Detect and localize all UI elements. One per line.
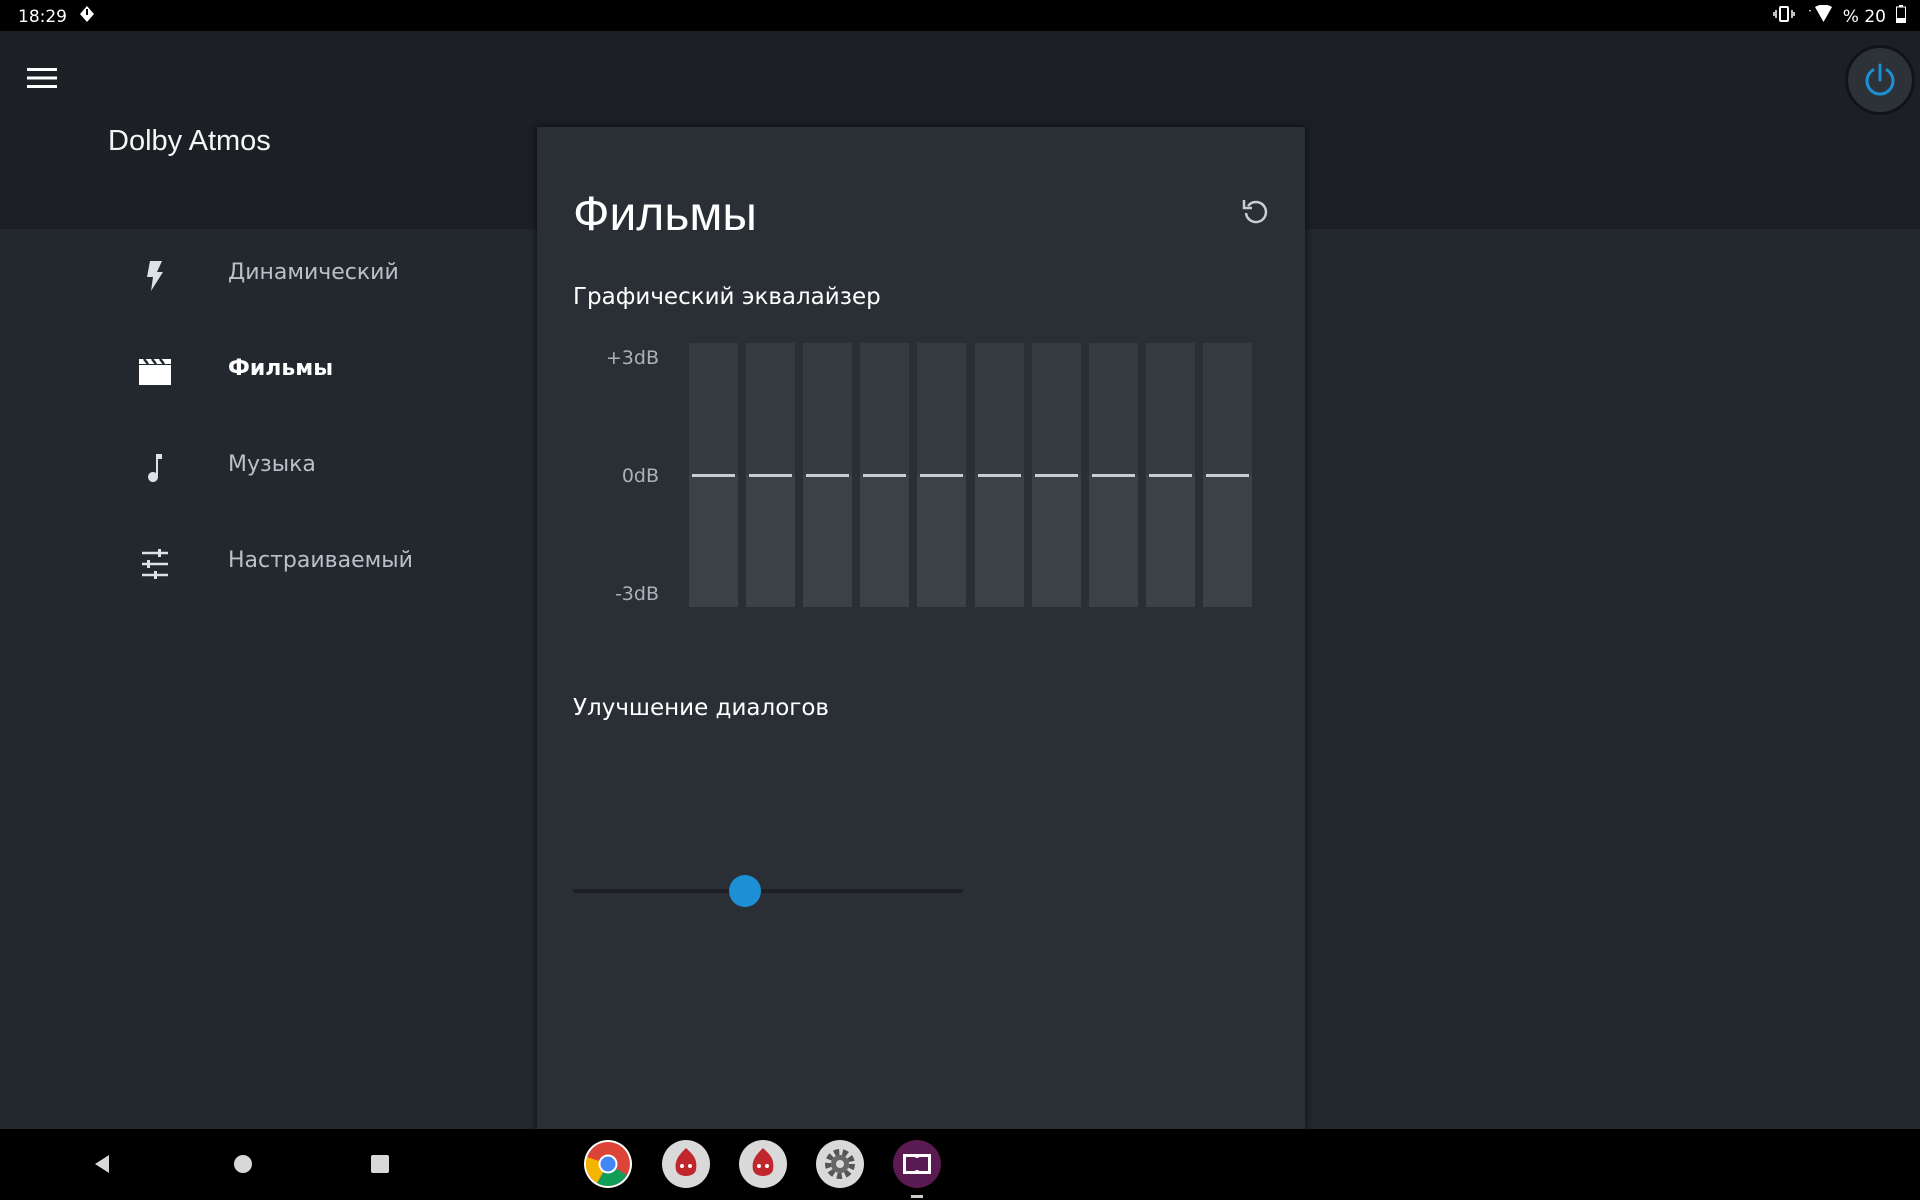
eq-band-upper [860, 343, 910, 475]
eq-band-handle[interactable] [749, 473, 793, 477]
hamburger-icon [27, 68, 57, 88]
reset-button[interactable] [1237, 193, 1273, 229]
eq-band-handle[interactable] [863, 473, 907, 477]
eq-band-upper [689, 343, 738, 475]
back-icon [95, 1155, 109, 1173]
sidebar-item-movies[interactable]: Фильмы [0, 325, 537, 415]
back-button[interactable] [85, 1147, 119, 1181]
eq-band-4[interactable] [860, 343, 910, 607]
dialog-enhancer-title: Улучшение диалогов [573, 695, 829, 721]
equalizer-sliders-icon [136, 547, 174, 581]
eq-band-1[interactable] [689, 343, 738, 607]
antutu-3d-app[interactable] [662, 1140, 710, 1188]
dolby-app[interactable] [893, 1140, 941, 1188]
menu-button[interactable] [22, 58, 62, 98]
page-title: Фильмы [573, 188, 757, 241]
eq-band-5[interactable] [917, 343, 967, 607]
dock-active-indicator [911, 1195, 923, 1198]
music-note-icon [136, 451, 174, 485]
sidebar-item-label: Музыка [228, 452, 316, 477]
sidebar-item-custom[interactable]: Настраиваемый [0, 517, 537, 607]
status-time: 18:29 [18, 6, 67, 27]
eq-band-10[interactable] [1202, 343, 1252, 607]
antutu-app-icon [752, 1148, 774, 1176]
sidebar-item-label: Фильмы [228, 356, 334, 381]
eq-band-upper [1145, 343, 1195, 475]
eq-band-upper [917, 343, 967, 475]
eq-band-upper [746, 343, 796, 475]
sidebar-item-label: Динамический [228, 260, 399, 285]
power-icon [1865, 63, 1895, 96]
sidebar-item-dynamic[interactable]: Динамический [0, 229, 537, 319]
eq-band-handle[interactable] [1034, 473, 1078, 477]
chrome-app-icon [585, 1142, 630, 1186]
antutu-app[interactable] [739, 1140, 787, 1188]
eq-band-upper [1202, 343, 1252, 475]
eq-label-bottom: -3dB [614, 583, 659, 605]
battery-icon [1896, 5, 1906, 28]
sidebar-item-label: Настраиваемый [228, 548, 413, 573]
eq-band-handle[interactable] [1205, 473, 1249, 477]
reset-icon [1242, 200, 1268, 224]
power-button[interactable] [1848, 48, 1912, 112]
recents-icon [371, 1155, 389, 1173]
eq-band-8[interactable] [1088, 343, 1138, 607]
notification-diamond-icon [79, 5, 95, 28]
sidebar-item-music[interactable]: Музыка [0, 421, 537, 511]
app-title: Dolby Atmos [108, 125, 271, 157]
eq-band-handle[interactable] [1148, 473, 1192, 477]
recents-button[interactable] [363, 1147, 397, 1181]
eq-band-upper [974, 343, 1024, 475]
eq-band-upper [1088, 343, 1138, 475]
eq-band-handle[interactable] [692, 473, 735, 477]
slider-track [573, 889, 963, 893]
eq-band-9[interactable] [1145, 343, 1195, 607]
home-icon [234, 1155, 252, 1173]
chrome-app[interactable] [584, 1140, 632, 1188]
preset-panel: Фильмы Графический эквалайзер +3dB 0dB -… [537, 127, 1305, 1129]
eq-label-mid: 0dB [621, 465, 659, 487]
settings-app-icon [825, 1149, 855, 1179]
eq-band-2[interactable] [746, 343, 796, 607]
graphic-equalizer [689, 343, 1252, 607]
antutu-3d-app-icon [675, 1148, 697, 1176]
dialog-enhancer-slider[interactable] [573, 873, 963, 909]
home-button[interactable] [226, 1147, 260, 1181]
vibrate-icon [1773, 6, 1795, 27]
eq-band-handle[interactable] [920, 473, 964, 477]
wifi-icon [1805, 4, 1833, 28]
eq-band-handle[interactable] [806, 473, 850, 477]
eq-label-top: +3dB [605, 347, 659, 369]
eq-band-handle[interactable] [1091, 473, 1135, 477]
eq-band-6[interactable] [974, 343, 1024, 607]
dolby-app-icon [903, 1154, 931, 1174]
eq-band-7[interactable] [1031, 343, 1081, 607]
slider-thumb[interactable] [728, 875, 761, 907]
eq-band-upper [1031, 343, 1081, 475]
eq-band-upper [803, 343, 853, 475]
system-nav-bar [0, 1129, 1920, 1200]
movie-clapper-icon [136, 355, 174, 389]
lightning-icon [136, 259, 174, 293]
battery-text: % 20 [1842, 6, 1886, 27]
eq-band-handle[interactable] [977, 473, 1021, 477]
settings-app[interactable] [816, 1140, 864, 1188]
status-bar: 18:29 % 20 [0, 0, 1920, 31]
preset-sidebar: Динамический Фильмы Музыка Настраиваемый [0, 229, 537, 1129]
eq-band-3[interactable] [803, 343, 853, 607]
equalizer-title: Графический эквалайзер [573, 284, 881, 310]
